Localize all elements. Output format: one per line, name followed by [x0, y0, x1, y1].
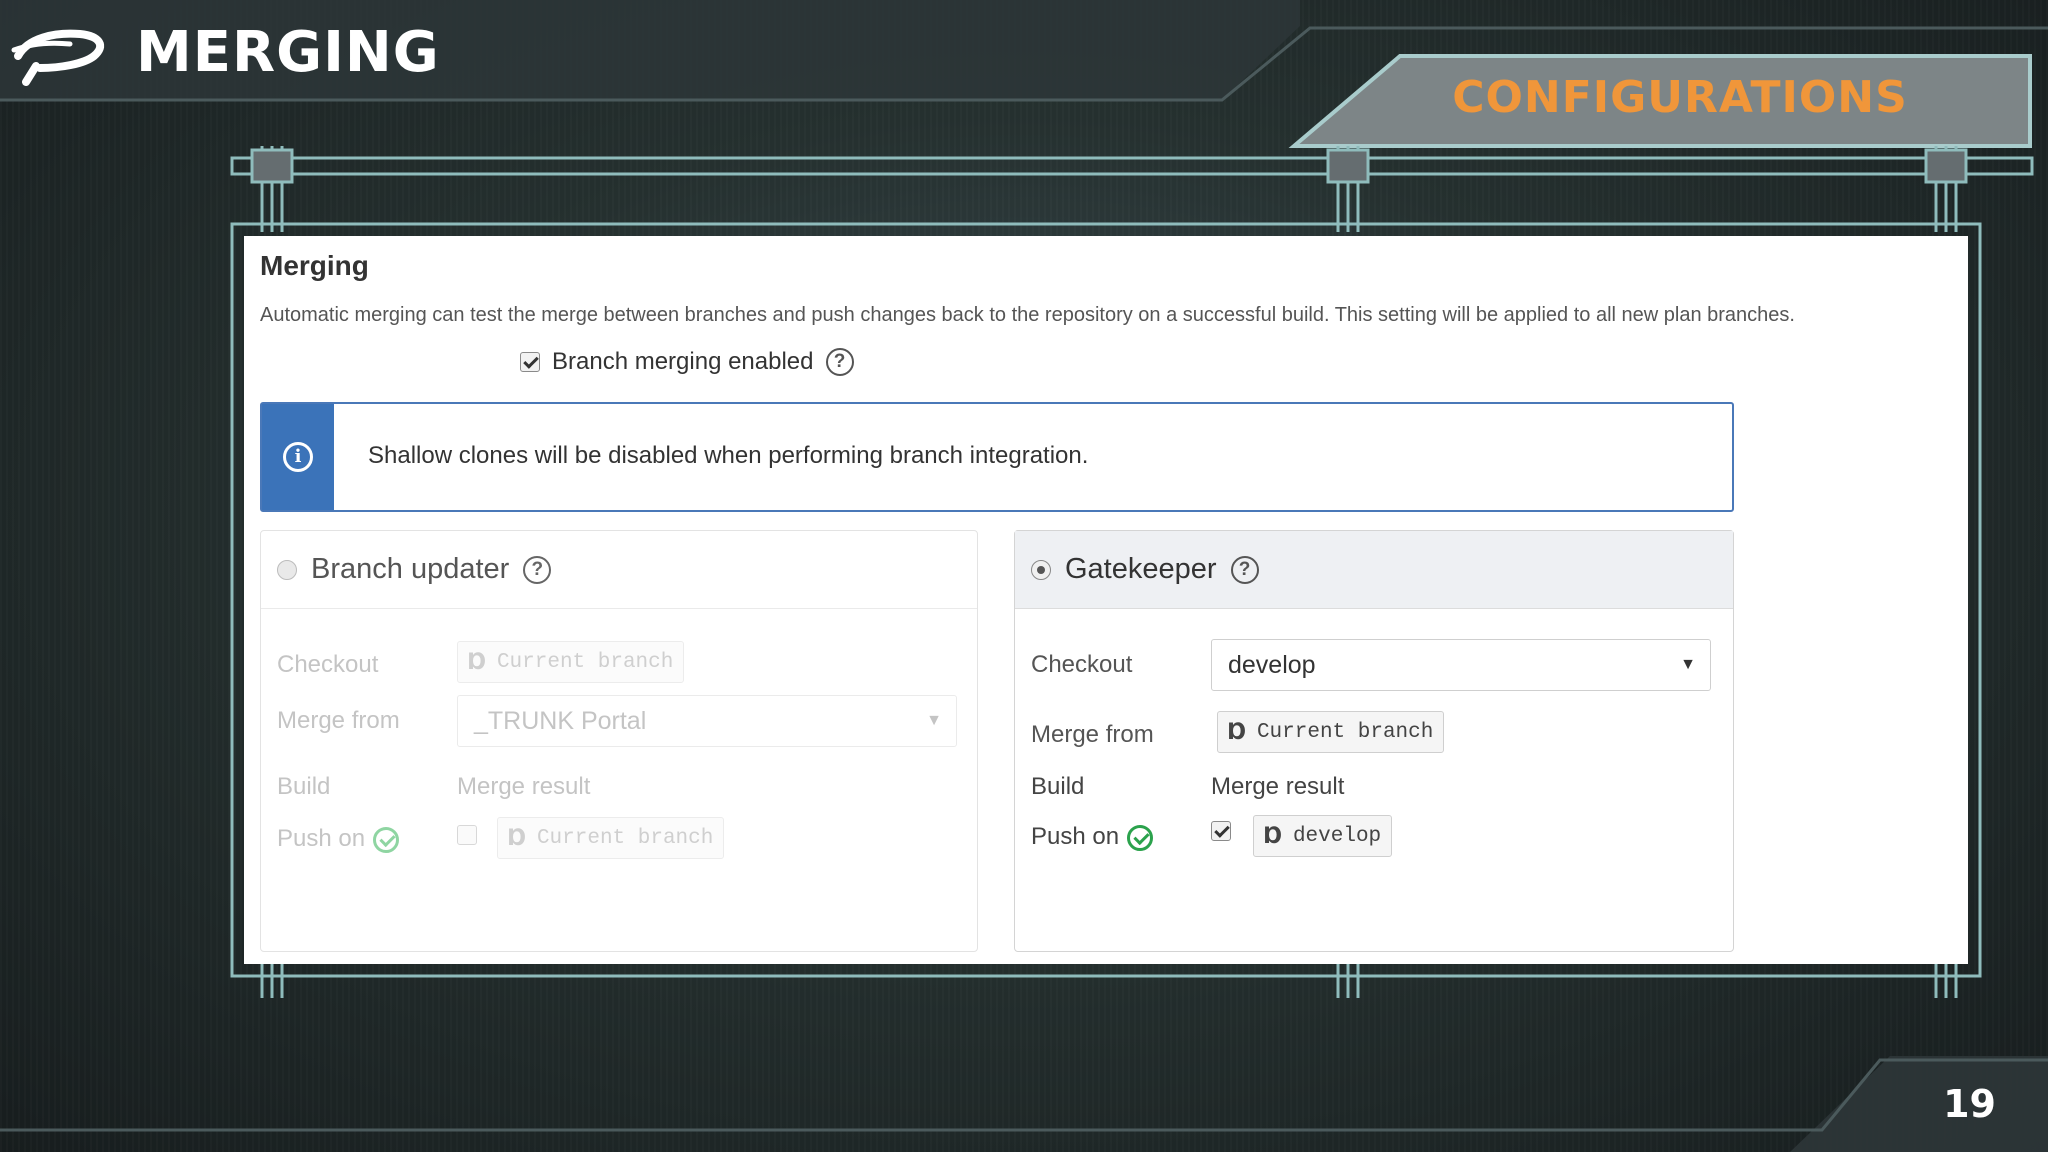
branch-merging-enabled-label: Branch merging enabled	[552, 348, 814, 375]
merge-result-label: Merge result	[457, 773, 591, 800]
branch-updater-radio[interactable]	[277, 559, 297, 580]
gatekeeper-radio[interactable]	[1031, 559, 1051, 580]
check-circle-icon	[1127, 824, 1154, 851]
checkout-select[interactable]: develop ▼	[1211, 639, 1711, 691]
caret-down-icon: ▼	[1680, 656, 1696, 673]
gatekeeper-card: Gatekeeper ? Checkout develop ▼ Merge fr…	[1014, 530, 1734, 952]
branch-updater-card: Branch updater ? Checkout Ɒ Current bran…	[260, 530, 978, 952]
push-checkbox[interactable]	[457, 825, 477, 845]
push-on-label: Push on	[277, 825, 400, 853]
info-strip: i	[262, 404, 334, 510]
question-circle-icon[interactable]: ?	[825, 348, 854, 376]
git-branch-icon: Ɒ	[468, 649, 487, 675]
page-number: 19	[1943, 1082, 1996, 1126]
push-target-chip: Ɒ Current branch	[497, 817, 725, 859]
branch-updater-header[interactable]: Branch updater ?	[261, 531, 977, 609]
push-on-label: Push on	[1031, 823, 1154, 851]
git-branch-icon: Ɒ	[1264, 823, 1283, 849]
push-checkbox[interactable]	[1211, 821, 1231, 841]
checkout-branch-chip: Ɒ Current branch	[457, 641, 685, 683]
branch-updater-title: Branch updater	[311, 553, 510, 585]
slide-title: MERGING	[136, 20, 440, 85]
question-circle-icon[interactable]: ?	[1230, 555, 1259, 584]
git-branch-icon: Ɒ	[508, 825, 527, 851]
merge-from-label: Merge from	[277, 707, 400, 734]
push-target-value: develop	[1292, 824, 1382, 848]
checkout-value: develop	[1228, 650, 1316, 679]
info-circle-icon: i	[283, 442, 313, 472]
merge-result-label: Merge result	[1211, 773, 1345, 800]
info-message: Shallow clones will be disabled when per…	[368, 442, 1089, 469]
question-circle-icon[interactable]: ?	[523, 555, 552, 584]
panel-description: Automatic merging can test the merge bet…	[260, 304, 1795, 326]
merge-from-select[interactable]: _TRUNK Portal ▼	[457, 695, 957, 747]
merging-settings-panel: Merging Automatic merging can test the m…	[244, 236, 1968, 964]
brand-logo-icon	[11, 29, 105, 86]
caret-down-icon: ▼	[926, 712, 942, 729]
info-message-box: i Shallow clones will be disabled when p…	[260, 402, 1734, 512]
checkout-label: Checkout	[1031, 651, 1133, 678]
panel-title: Merging	[260, 250, 369, 281]
build-label: Build	[1031, 773, 1085, 800]
checkout-label: Checkout	[277, 651, 379, 678]
push-target-chip: Ɒ develop	[1253, 815, 1393, 857]
merge-from-branch-value: Current branch	[1256, 720, 1434, 744]
push-on-text: Push on	[1031, 823, 1120, 850]
push-target-value: Current branch	[536, 826, 714, 850]
merge-from-branch-chip: Ɒ Current branch	[1217, 711, 1445, 753]
build-label: Build	[277, 773, 331, 800]
git-branch-icon: Ɒ	[1228, 719, 1247, 745]
branch-merging-enabled-checkbox[interactable]	[520, 352, 540, 372]
gatekeeper-header[interactable]: Gatekeeper ?	[1015, 531, 1733, 609]
merge-from-value: _TRUNK Portal	[474, 706, 647, 735]
check-circle-icon	[373, 826, 400, 853]
section-title: CONFIGURATIONS	[1452, 72, 1908, 123]
gatekeeper-title: Gatekeeper	[1065, 553, 1217, 585]
checkout-branch-value: Current branch	[496, 650, 674, 674]
branch-merging-enabled-row: Branch merging enabled ?	[520, 348, 854, 376]
merge-from-label: Merge from	[1031, 721, 1154, 748]
push-on-text: Push on	[277, 825, 366, 852]
